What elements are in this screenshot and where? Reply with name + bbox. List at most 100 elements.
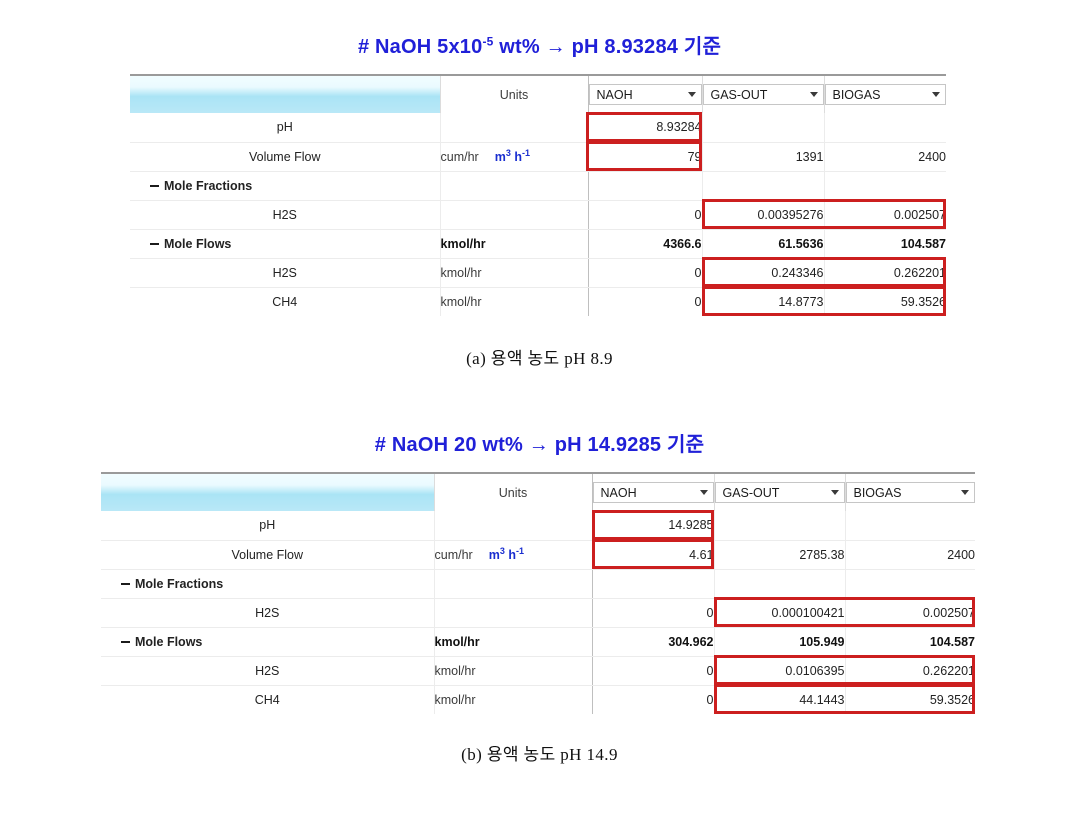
stream-selector-gas-out[interactable]: GAS-OUT: [702, 84, 824, 105]
header-stream-gas-out[interactable]: GAS-OUT: [702, 75, 825, 113]
row-label: H2S: [130, 200, 441, 230]
chevron-down-icon[interactable]: [932, 92, 940, 97]
stream-selector-gas-out-label: GAS-OUT: [710, 87, 768, 102]
figure-a-title-pre: # NaOH 5x10: [357, 36, 483, 58]
chevron-down-icon[interactable]: [687, 92, 696, 97]
cell-gas-out: 61.5636: [702, 229, 825, 259]
chevron-down-icon[interactable]: [961, 490, 969, 495]
stream-selector-naoh[interactable]: NAOH: [588, 84, 702, 105]
row-units: [434, 511, 593, 541]
row-label: H2S: [101, 656, 435, 686]
cell-gas-out: [702, 113, 825, 143]
collapse-minus-icon[interactable]: [150, 242, 159, 245]
table-row: H2S 0 0.000100421 0.002507: [101, 598, 975, 628]
row-units: kmol/hr: [440, 229, 589, 259]
figure-a-title: # NaOH 5x10-5 wt% → pH 8.93284 기준: [0, 0, 1079, 62]
cell-naoh: 0: [588, 287, 703, 316]
row-label-group[interactable]: Mole Flows: [130, 229, 441, 259]
table-row: pH 14.9285: [101, 511, 975, 541]
row-units: kmol/hr: [440, 258, 589, 288]
table-row: H2S 0 0.00395276 0.002507: [130, 200, 946, 230]
cell-biogas: [824, 113, 946, 143]
cell-gas-out: [702, 171, 825, 201]
row-label-group-text: Mole Fractions: [164, 178, 253, 193]
collapse-minus-icon[interactable]: [150, 184, 159, 187]
table-header-row: Units NAOH GAS-OUT BIOGAS: [101, 473, 975, 511]
row-label: Volume Flow: [101, 540, 435, 570]
cell-gas-out: 2785.38: [714, 540, 846, 570]
cell-naoh: 14.9285: [592, 511, 715, 541]
row-units-text: kmol/hr: [434, 634, 480, 649]
stream-selector-biogas-label: BIOGAS: [853, 485, 902, 500]
stream-results-table: Units NAOH GAS-OUT: [130, 74, 946, 316]
table-row-group: Mole Fractions: [101, 569, 975, 599]
row-units: [434, 598, 593, 628]
header-units: Units: [440, 75, 589, 113]
stream-selector-biogas-label: BIOGAS: [832, 87, 881, 102]
cell-gas-out: 1391: [702, 142, 825, 172]
stream-selector-gas-out[interactable]: GAS-OUT: [714, 482, 845, 503]
row-label: pH: [130, 113, 441, 143]
cell-naoh: 0: [588, 258, 703, 288]
cell-naoh: [588, 171, 703, 201]
chevron-down-icon[interactable]: [830, 490, 839, 495]
cell-gas-out: 105.949: [714, 627, 846, 657]
cell-gas-out: [714, 511, 846, 541]
table-row: H2S kmol/hr 0 0.243346 0.262201: [130, 258, 946, 288]
cell-biogas: [845, 511, 975, 541]
header-stream-biogas[interactable]: BIOGAS: [845, 473, 975, 511]
header-stream-biogas[interactable]: BIOGAS: [824, 75, 946, 113]
stream-selector-biogas[interactable]: BIOGAS: [845, 482, 975, 503]
figure-a: # NaOH 5x10-5 wt% → pH 8.93284 기준 Units …: [0, 0, 1079, 369]
header-blank-band: [101, 473, 435, 511]
cell-biogas: [845, 569, 975, 599]
cell-naoh: 8.93284: [588, 113, 703, 143]
header-stream-naoh[interactable]: NAOH: [592, 473, 715, 511]
stream-selector-biogas[interactable]: BIOGAS: [824, 84, 946, 105]
cell-biogas: 2400: [845, 540, 975, 570]
cell-gas-out: 0.0106395: [714, 656, 846, 686]
row-units: cum/hr m3 h-1: [440, 142, 589, 172]
cell-naoh: 79: [588, 142, 703, 172]
stream-selector-naoh-label: NAOH: [596, 87, 633, 102]
stream-results-table: Units NAOH GAS-OUT: [101, 472, 975, 714]
stream-table-a: Units NAOH GAS-OUT BIOGAS pH 8.93284 Vol…: [130, 74, 946, 316]
cell-naoh: 0: [592, 656, 715, 686]
chevron-down-icon[interactable]: [699, 490, 708, 495]
row-label: pH: [101, 511, 435, 541]
cell-naoh: 4366.6: [588, 229, 703, 259]
row-label-group[interactable]: Mole Fractions: [101, 569, 435, 599]
table-row-group: Mole Fractions: [130, 171, 946, 201]
cell-naoh: 0: [588, 200, 703, 230]
table-row: CH4 kmol/hr 0 44.1443 59.3526: [101, 685, 975, 714]
row-units: kmol/hr: [434, 685, 593, 714]
row-units: kmol/hr: [434, 627, 593, 657]
header-stream-naoh[interactable]: NAOH: [588, 75, 703, 113]
figure-b-caption: (b) 용액 농도 pH 14.9: [461, 745, 618, 764]
table-row: Volume Flow cum/hr m3 h-1 79 1391 2400: [130, 142, 946, 172]
header-units: Units: [434, 473, 593, 511]
row-units: [440, 113, 589, 143]
stream-selector-naoh[interactable]: NAOH: [592, 482, 714, 503]
table-row: CH4 kmol/hr 0 14.8773 59.3526: [130, 287, 946, 316]
header-stream-gas-out[interactable]: GAS-OUT: [714, 473, 846, 511]
collapse-minus-icon[interactable]: [121, 640, 130, 643]
row-label-group[interactable]: Mole Fractions: [130, 171, 441, 201]
stream-selector-naoh-label: NAOH: [600, 485, 637, 500]
row-units: [440, 200, 589, 230]
cell-biogas: 0.002507: [824, 200, 946, 230]
stream-table-b: Units NAOH GAS-OUT BIOGAS pH 14.9285 Vol…: [101, 472, 975, 714]
cell-gas-out: 0.243346: [702, 258, 825, 288]
collapse-minus-icon[interactable]: [121, 582, 130, 585]
figure-a-caption: (a) 용액 농도 pH 8.9: [466, 349, 613, 368]
cell-biogas: 59.3526: [900, 294, 946, 309]
row-label-group-text: Mole Flows: [135, 634, 203, 649]
chevron-down-icon[interactable]: [809, 92, 818, 97]
row-label: Volume Flow: [130, 142, 441, 172]
table-row: H2S kmol/hr 0 0.0106395 0.262201: [101, 656, 975, 686]
row-label-group[interactable]: Mole Flows: [101, 627, 435, 657]
row-units-text: kmol/hr: [434, 692, 476, 707]
row-units-si: m3 h-1: [488, 545, 524, 562]
row-units-text: cum/hr: [440, 149, 479, 164]
row-units: kmol/hr: [440, 287, 589, 316]
